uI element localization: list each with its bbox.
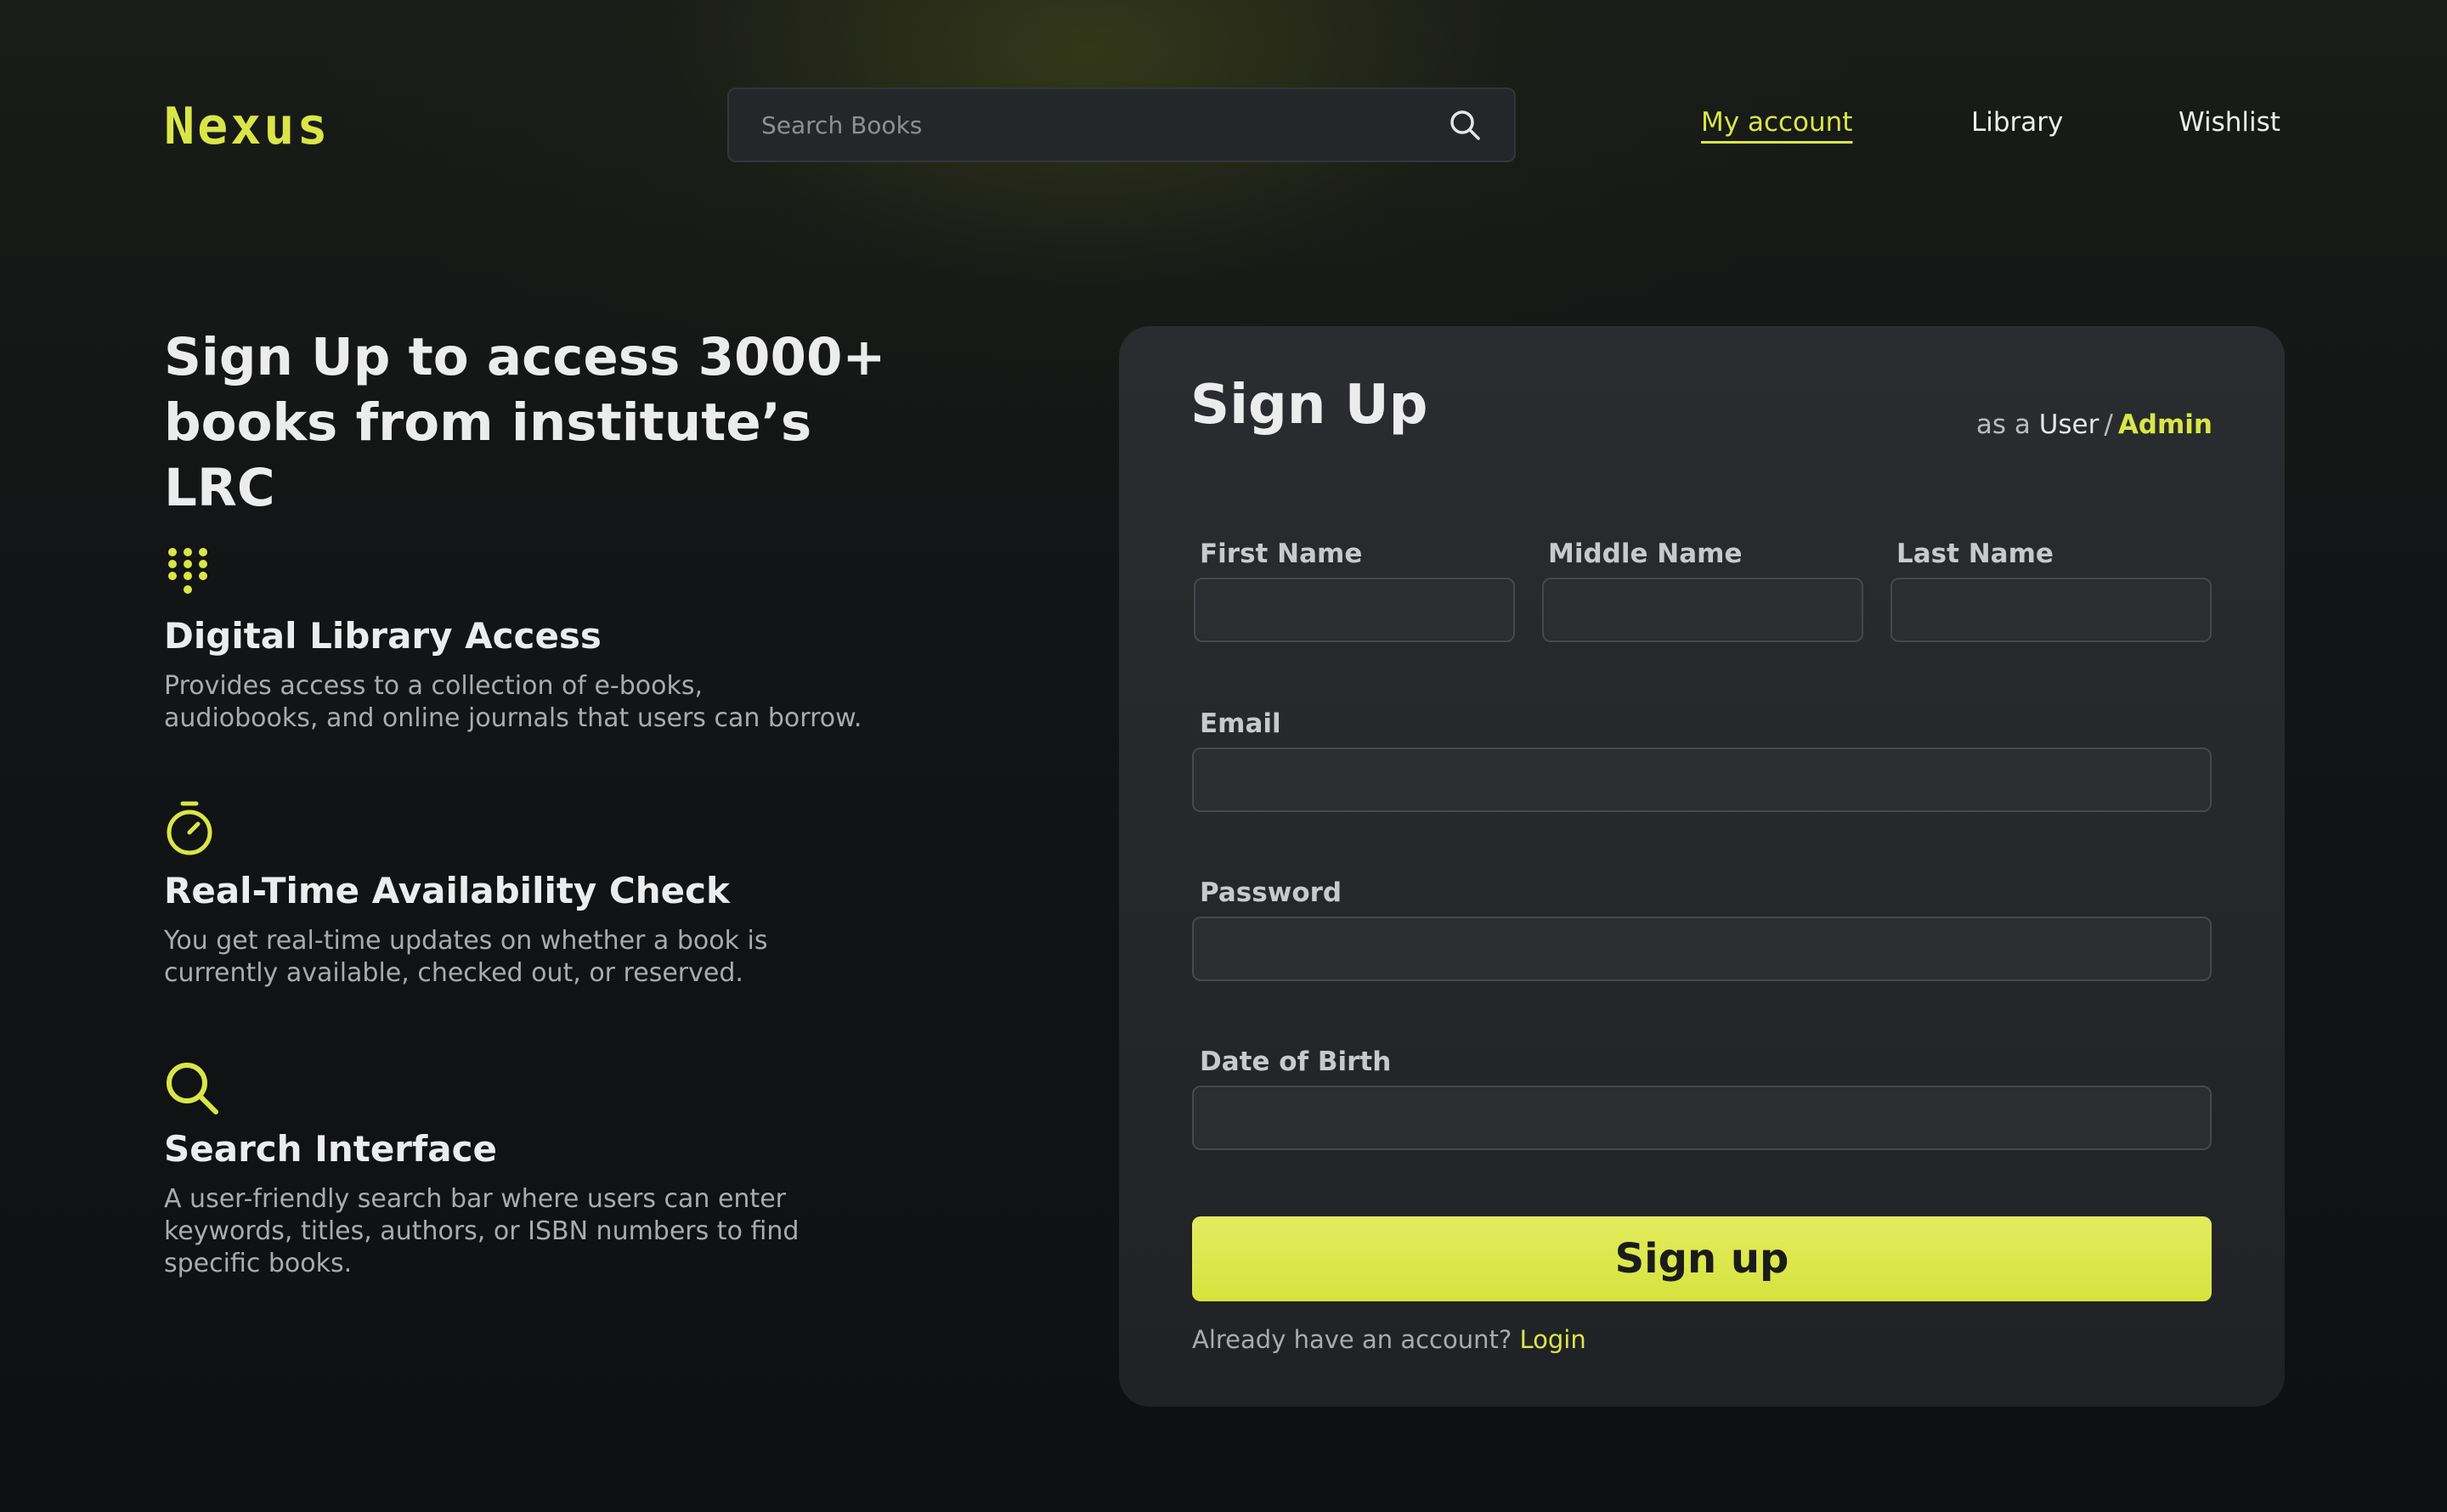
feature-availability: Real-Time Availability Check You get rea… (164, 800, 929, 990)
email-field[interactable] (1192, 748, 2212, 812)
first-name-field[interactable] (1194, 578, 1515, 642)
first-name-label: First Name (1200, 539, 1363, 569)
password-field[interactable] (1192, 917, 2212, 981)
dob-field[interactable] (1192, 1086, 2212, 1150)
feature-title: Digital Library Access (164, 615, 602, 657)
signup-button[interactable]: Sign up (1192, 1216, 2212, 1301)
feature-digital-library: Digital Library Access Provides access t… (164, 545, 929, 735)
role-admin-option[interactable]: Admin (2118, 409, 2212, 440)
middle-name-label: Middle Name (1548, 539, 1743, 569)
search-bar[interactable] (727, 87, 1516, 162)
login-link[interactable]: Login (1519, 1325, 1585, 1354)
password-label: Password (1200, 877, 1342, 908)
middle-name-field[interactable] (1542, 578, 1863, 642)
login-prompt: Already have an account? Login (1192, 1325, 1586, 1354)
feature-description: A user-friendly search bar where users c… (164, 1184, 800, 1278)
email-label: Email (1200, 708, 1281, 739)
signup-page: Nexus My account Library Wishlist Sign U… (0, 0, 2447, 1512)
stopwatch-icon (167, 801, 212, 855)
feature-title: Search Interface (164, 1128, 498, 1170)
feature-description: Provides access to a collection of e-boo… (164, 671, 862, 733)
search-icon[interactable] (1448, 108, 1482, 142)
feature-title: Real-Time Availability Check (164, 870, 730, 911)
logo[interactable]: Nexus (164, 97, 331, 156)
login-prompt-text: Already have an account? (1192, 1325, 1512, 1354)
search-input[interactable] (761, 110, 1448, 139)
search-icon (167, 1063, 218, 1114)
nav-wishlist[interactable]: Wishlist (2179, 107, 2280, 138)
role-selector: as a User / Admin (1976, 409, 2212, 440)
nav-library[interactable]: Library (1971, 107, 2063, 138)
last-name-label: Last Name (1896, 539, 2054, 569)
feature-search: Search Interface A user-friendly search … (164, 1060, 929, 1280)
feature-description: You get real-time updates on whether a b… (164, 926, 768, 988)
form-title: Sign Up (1190, 374, 1428, 437)
nav-my-account[interactable]: My account (1701, 107, 1852, 138)
dob-label: Date of Birth (1200, 1047, 1392, 1077)
last-name-field[interactable] (1890, 578, 2212, 642)
role-user-option[interactable]: User (2039, 409, 2099, 440)
role-separator: / (2104, 409, 2113, 440)
role-prefix: as a (1975, 409, 2031, 440)
hero-title: Sign Up to access 3000+ books from insti… (164, 327, 886, 518)
dialpad-icon (168, 548, 207, 594)
signup-card: Sign Up as a User / Admin First Name Middl… (1119, 326, 2285, 1407)
